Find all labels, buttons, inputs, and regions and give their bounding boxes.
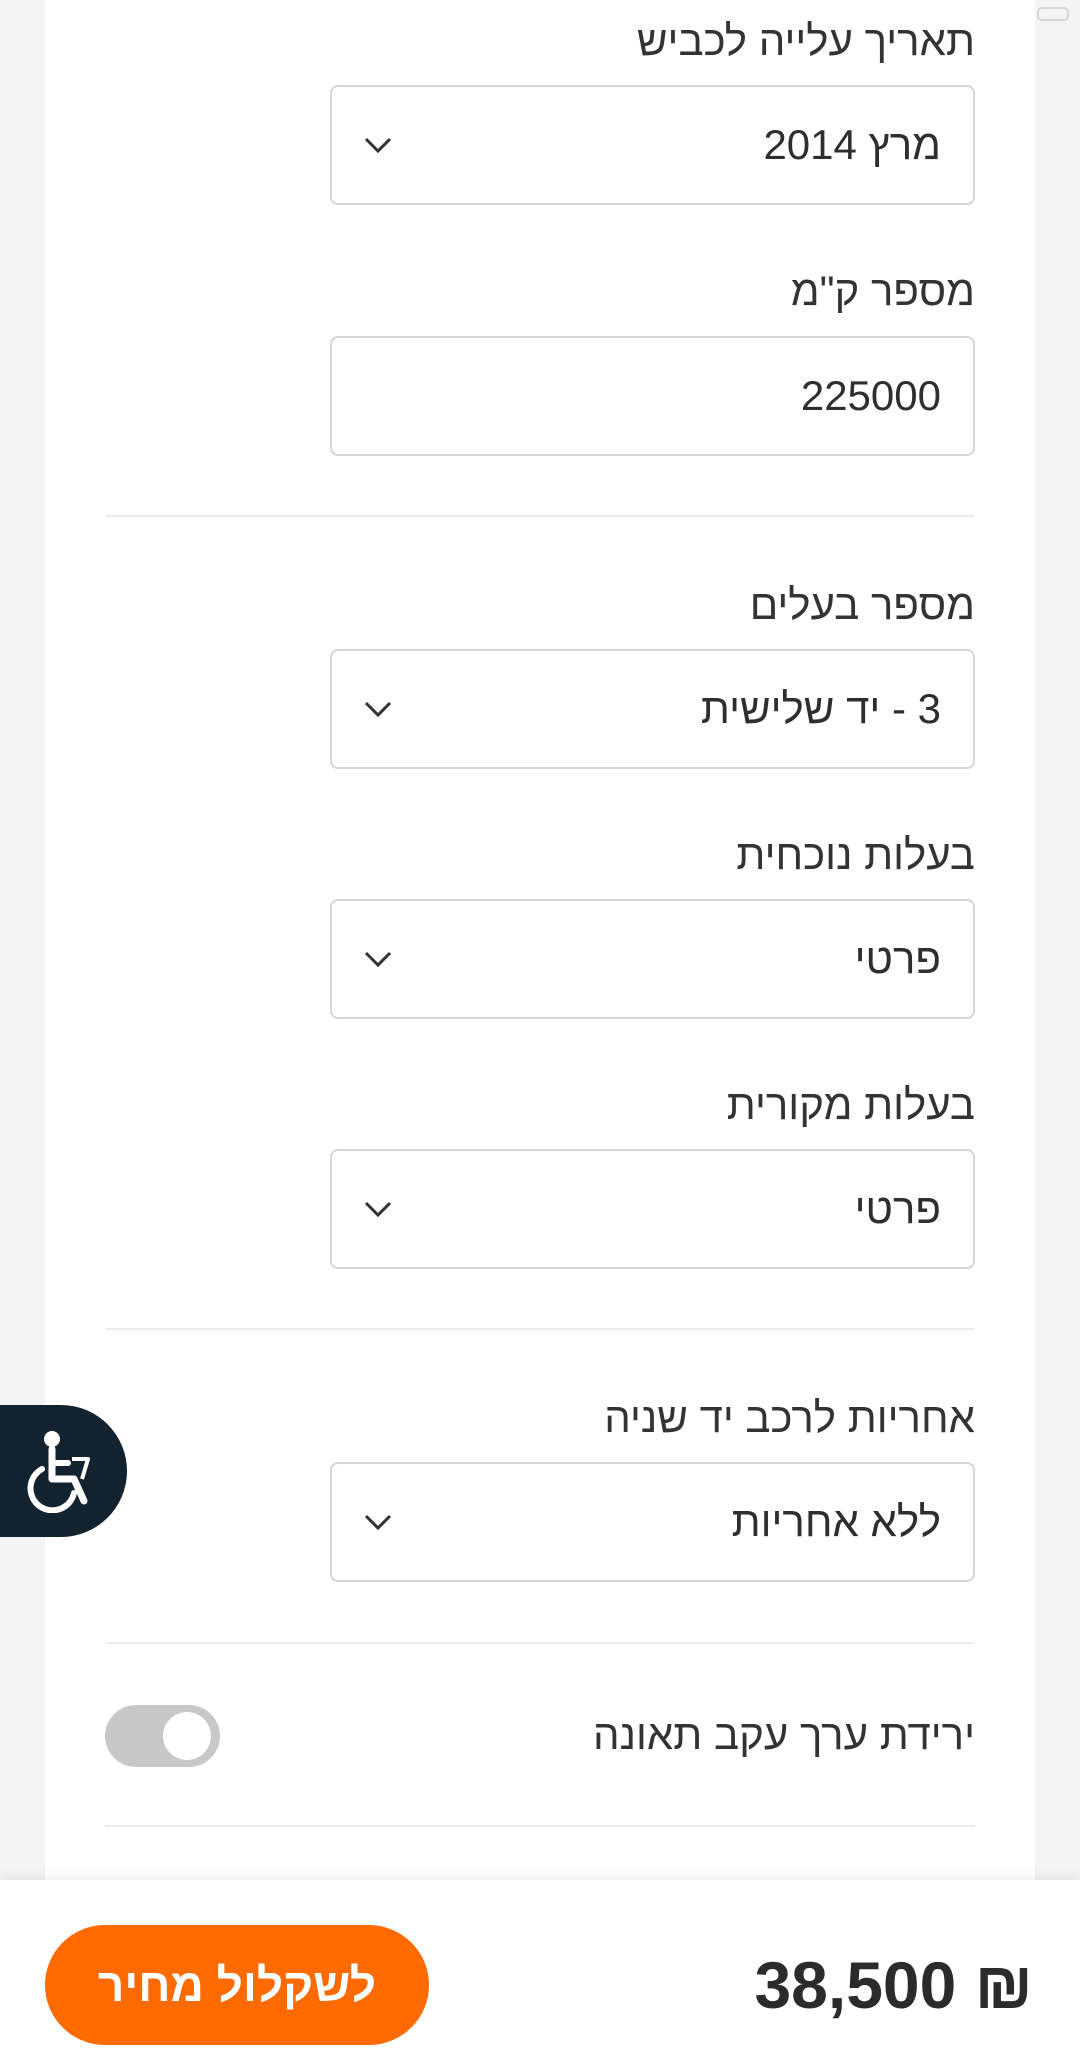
price-value: ₪ 38,500 bbox=[754, 1948, 1033, 2022]
chevron-down-icon bbox=[364, 951, 392, 968]
current-ownership-select[interactable]: פרטי bbox=[330, 899, 975, 1019]
road-date-label: תאריך עלייה לכביש bbox=[636, 17, 975, 64]
owners-select[interactable]: 3 - יד שלישית bbox=[330, 649, 975, 769]
chevron-down-icon bbox=[364, 137, 392, 154]
toggle-knob bbox=[163, 1712, 211, 1760]
chevron-down-icon bbox=[364, 1201, 392, 1218]
calculate-price-button[interactable]: לשקלול מחיר bbox=[45, 1925, 429, 2045]
accessibility-button[interactable] bbox=[0, 1405, 127, 1537]
wheelchair-icon bbox=[27, 1431, 90, 1513]
warranty-label: אחריות לרכב יד שניה bbox=[604, 1394, 975, 1441]
warranty-select[interactable]: ללא אחריות bbox=[330, 1462, 975, 1582]
road-date-select[interactable]: מרץ 2014 bbox=[330, 85, 975, 205]
original-ownership-label: בעלות מקורית bbox=[726, 1081, 975, 1128]
accident-drop-label: ירידת ערך עקב תאונה bbox=[593, 1711, 975, 1758]
chevron-down-icon bbox=[364, 701, 392, 718]
accident-drop-toggle[interactable] bbox=[105, 1705, 220, 1767]
original-ownership-value: פרטי bbox=[854, 1185, 941, 1232]
km-label: מספר ק"מ bbox=[790, 267, 975, 314]
road-date-value: מרץ 2014 bbox=[763, 121, 941, 168]
page: תאריך עלייה לכביש מרץ 2014 מספר ק"מ 2250… bbox=[0, 0, 1080, 2072]
current-ownership-value: פרטי bbox=[854, 935, 941, 982]
divider bbox=[105, 1328, 975, 1330]
divider bbox=[105, 1825, 975, 1827]
owners-value: 3 - יד שלישית bbox=[700, 685, 941, 732]
current-ownership-label: בעלות נוכחית bbox=[736, 831, 975, 878]
km-input[interactable]: 225000 bbox=[330, 336, 975, 456]
original-ownership-select[interactable]: פרטי bbox=[330, 1149, 975, 1269]
divider bbox=[105, 1642, 975, 1644]
owners-label: מספר בעלים bbox=[749, 581, 975, 628]
chevron-down-icon bbox=[364, 1514, 392, 1531]
corner-logo-icon bbox=[1037, 7, 1069, 21]
divider bbox=[105, 515, 975, 517]
warranty-value: ללא אחריות bbox=[731, 1498, 941, 1545]
km-value: 225000 bbox=[800, 372, 941, 419]
